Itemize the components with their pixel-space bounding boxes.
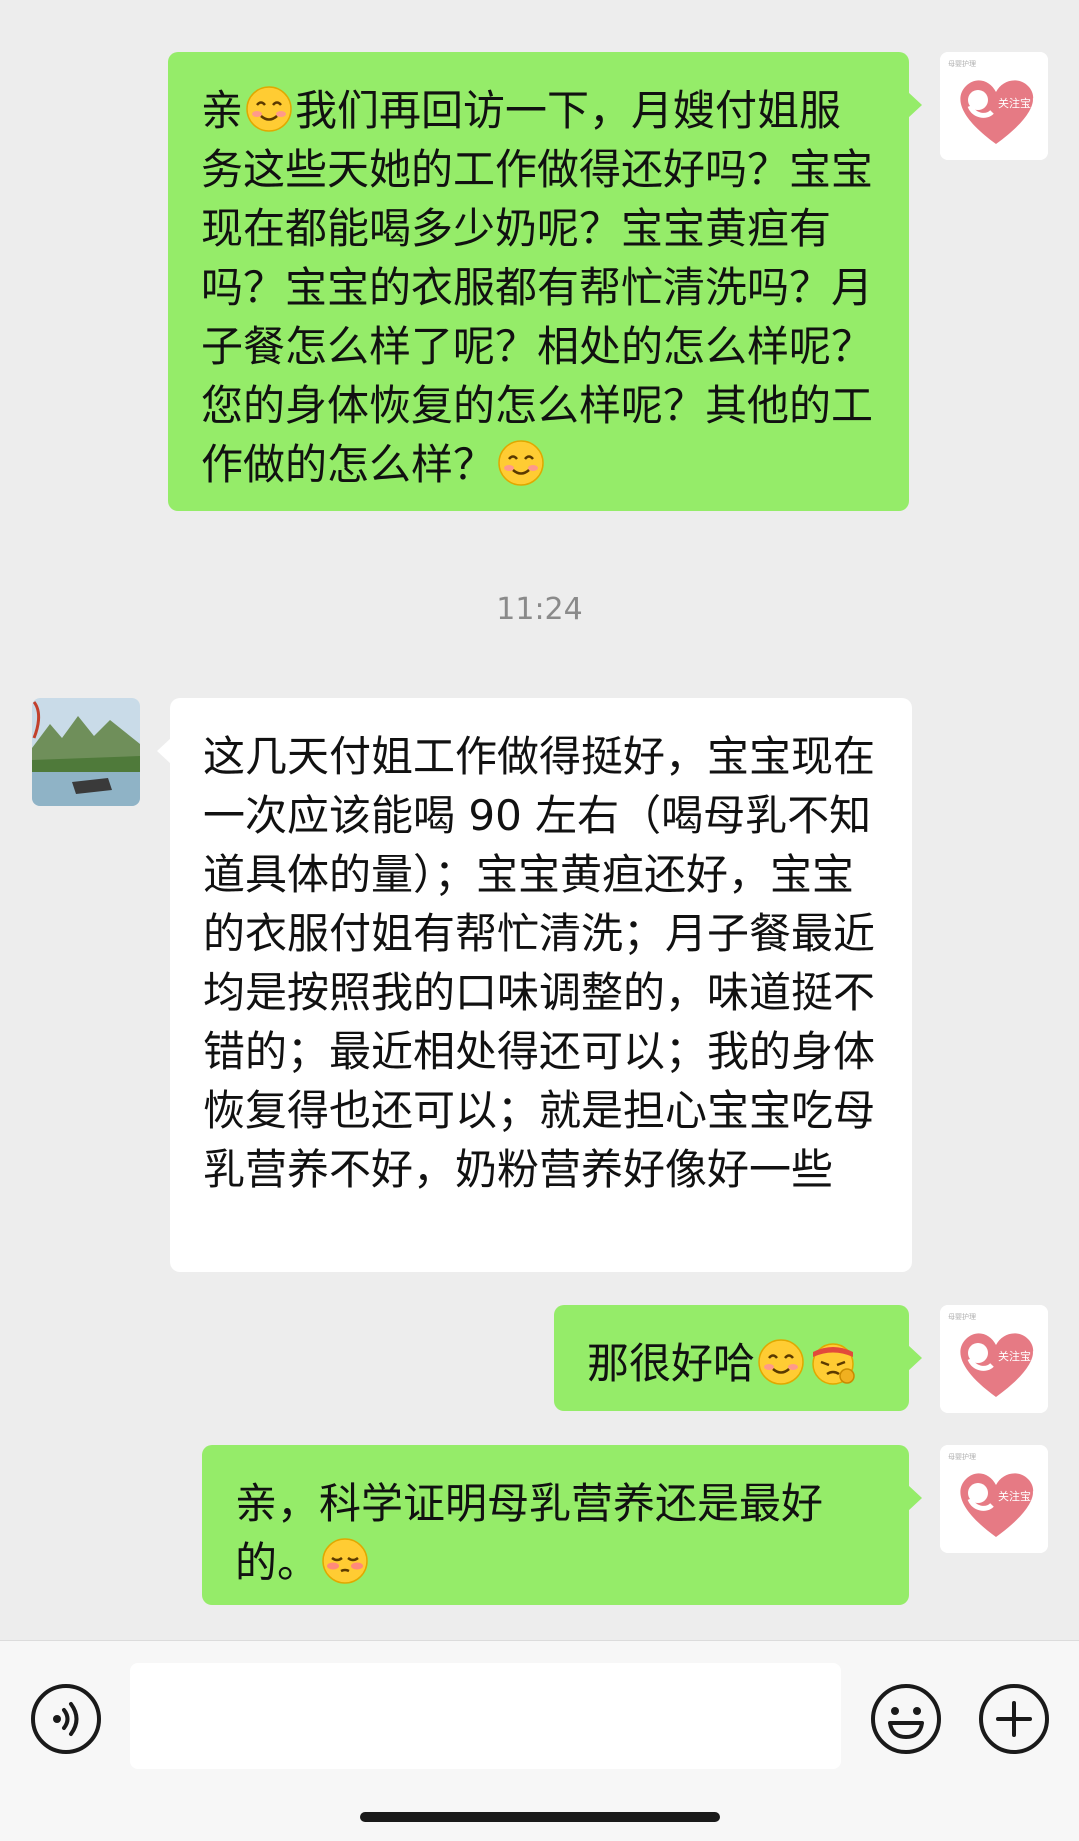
message-bubble[interactable]: 这几天付姐工作做得挺好，宝宝现在一次应该能喝 90 左右（喝母乳不知道具体的量）… xyxy=(157,698,912,1272)
landscape-photo-icon xyxy=(32,698,140,806)
message-bubble[interactable]: 那很好哈 xyxy=(554,1305,922,1411)
svg-text:关注宝贝: 关注宝贝 xyxy=(998,96,1042,110)
self-avatar[interactable]: 关注宝贝 母婴护理 xyxy=(940,1445,1048,1553)
svg-text:关注宝贝: 关注宝贝 xyxy=(998,1489,1042,1503)
message-text: 这几天付姐工作做得挺好，宝宝现在一次应该能喝 90 左右（喝母乳不知道具体的量）… xyxy=(203,732,876,1194)
fighting-face-icon xyxy=(809,1338,857,1386)
smiling-face-icon xyxy=(497,439,545,487)
home-indicator[interactable] xyxy=(360,1812,720,1822)
avatar-heart-icon: 关注宝贝 母婴护理 xyxy=(940,1445,1048,1553)
avatar-heart-icon: 关注宝贝 母婴护理 xyxy=(940,1305,1048,1413)
self-avatar[interactable]: 关注宝贝 母婴护理 xyxy=(940,1305,1048,1413)
message-text: 我们再回访一下，月嫂付姐服务这些天她的工作做得还好吗？宝宝现在都能喝多少奶呢？宝… xyxy=(201,86,874,489)
svg-text:母婴护理: 母婴护理 xyxy=(948,59,976,68)
svg-text:关注宝贝: 关注宝贝 xyxy=(998,1349,1042,1363)
self-avatar[interactable]: 关注宝贝 母婴护理 xyxy=(940,52,1048,160)
avatar-heart-icon: 关注宝贝 母婴护理 xyxy=(940,52,1048,160)
plus-icon xyxy=(979,1684,1049,1754)
shy-face-icon xyxy=(321,1537,369,1585)
voice-icon xyxy=(31,1684,101,1754)
message-text: 那很好哈 xyxy=(587,1339,756,1388)
message-input[interactable] xyxy=(130,1663,841,1769)
smiling-face-icon xyxy=(245,85,293,133)
contact-avatar[interactable] xyxy=(32,698,140,806)
smiling-face-icon xyxy=(757,1338,805,1386)
message-timestamp: 11:24 xyxy=(496,592,583,627)
svg-text:母婴护理: 母婴护理 xyxy=(948,1312,976,1321)
chat-area: 关注宝贝 母婴护理 亲我们再回访一下，月嫂付姐服务这些天她的工作做得还好吗？宝宝… xyxy=(0,0,1079,1640)
emoji-icon xyxy=(871,1684,941,1754)
emoji-button[interactable] xyxy=(870,1683,942,1755)
message-text: 亲 xyxy=(201,86,244,135)
voice-button[interactable] xyxy=(30,1683,102,1755)
message-bubble[interactable]: 亲，科学证明母乳营养还是最好的。 xyxy=(202,1445,922,1605)
message-bubble[interactable]: 亲我们再回访一下，月嫂付姐服务这些天她的工作做得还好吗？宝宝现在都能喝多少奶呢？… xyxy=(168,52,922,511)
plus-button[interactable] xyxy=(978,1683,1050,1755)
svg-text:母婴护理: 母婴护理 xyxy=(948,1452,976,1461)
